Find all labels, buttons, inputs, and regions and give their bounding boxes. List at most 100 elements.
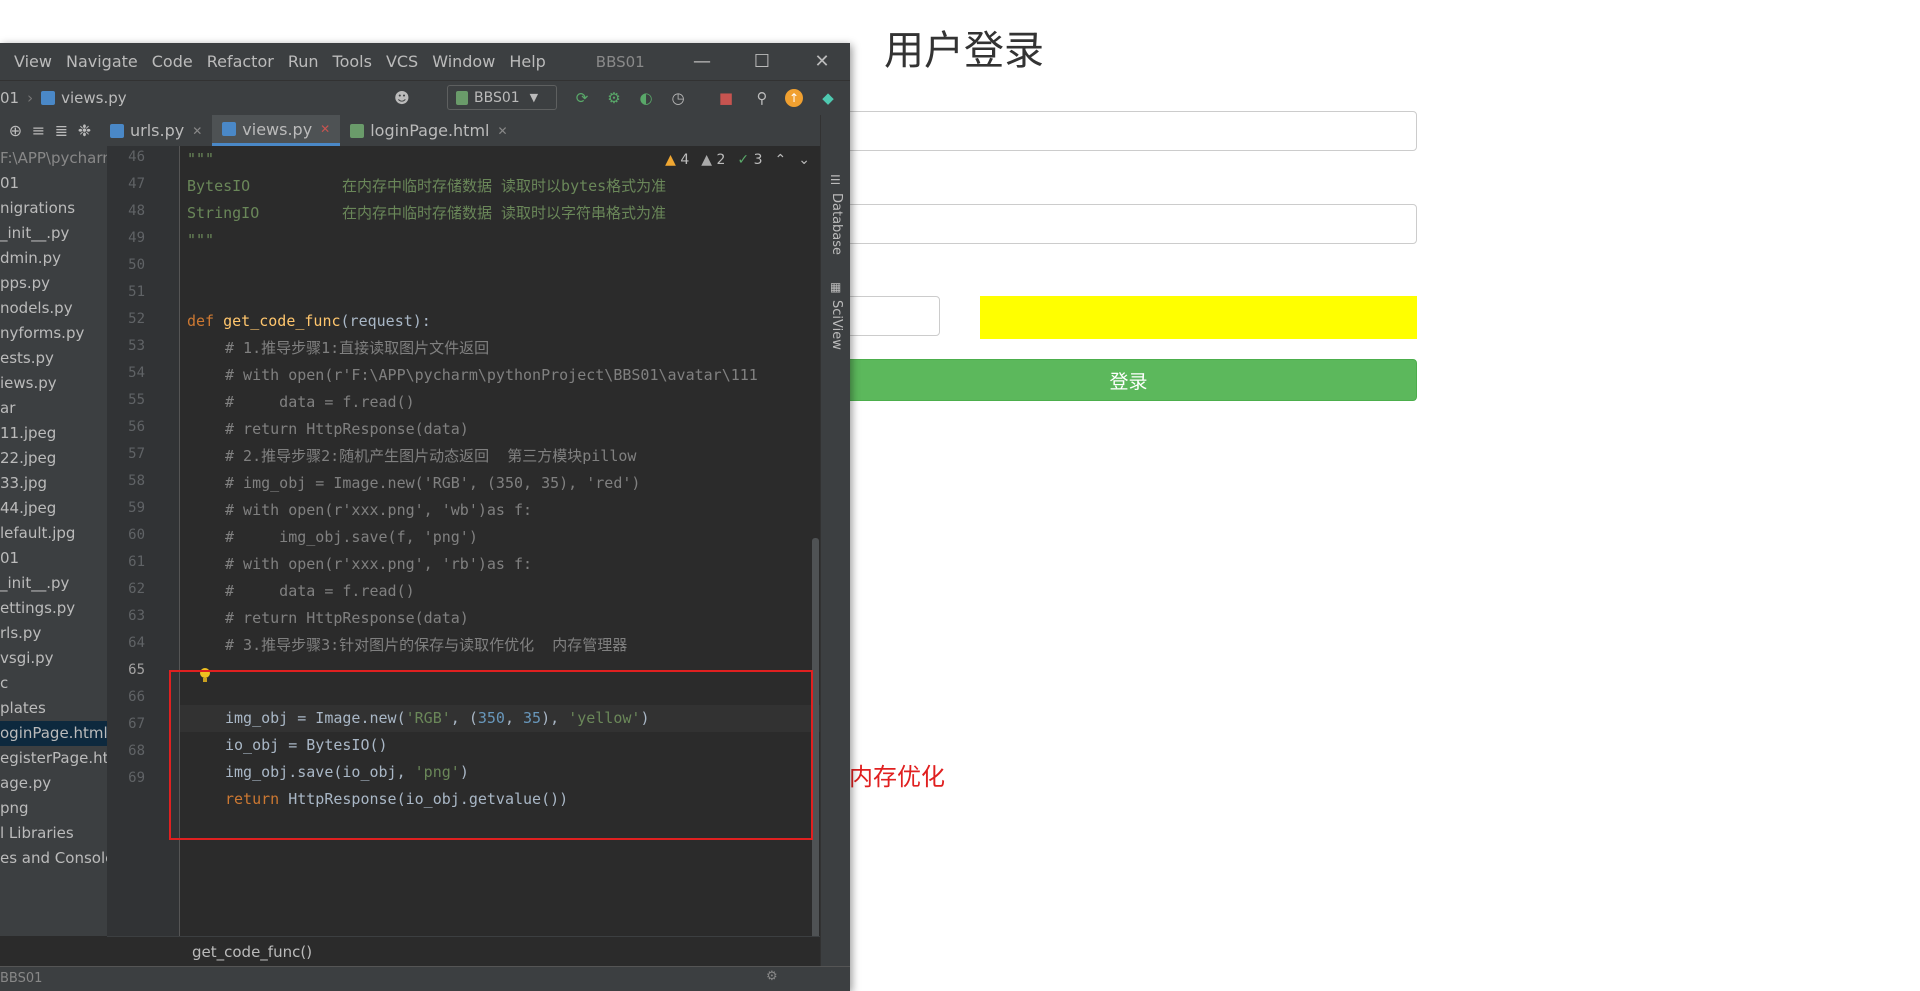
tree-item[interactable]: _init__.py — [0, 221, 107, 246]
password-input[interactable] — [840, 204, 1417, 244]
tab-loginpage[interactable]: loginPage.html ✕ — [340, 115, 517, 146]
close-tab-icon[interactable]: ✕ — [192, 124, 202, 138]
settings-icon[interactable]: ⚙ — [766, 969, 778, 984]
database-tool[interactable]: Database — [829, 193, 844, 255]
minimize-icon[interactable]: — — [674, 43, 730, 80]
tree-item[interactable]: es and Console — [0, 846, 107, 871]
vertical-scrollbar[interactable] — [812, 538, 819, 968]
close-tab-icon[interactable]: ✕ — [497, 124, 507, 138]
locate-icon[interactable]: ⊕ — [9, 121, 22, 140]
inspection-widget[interactable]: ▲ 4 ▲ 2 ✓ 3 ⌃ ⌄ — [665, 152, 810, 168]
chevron-down-icon: ▼ — [529, 91, 539, 104]
tree-item[interactable]: iews.py — [0, 371, 107, 396]
tree-item[interactable]: plates — [0, 696, 107, 721]
sciview-tool[interactable]: SciView — [829, 300, 844, 350]
editor-breadcrumb[interactable]: get_code_func() — [107, 936, 820, 967]
menu-help[interactable]: Help — [509, 52, 545, 71]
typo-count[interactable]: ✓ 3 — [737, 152, 762, 168]
debug-icon[interactable]: ⚙ — [604, 88, 624, 108]
stop-icon[interactable]: ■ — [716, 88, 736, 108]
tree-item[interactable]: age.py — [0, 771, 107, 796]
nav-project[interactable]: 01 — [0, 89, 19, 107]
code-line-49: """ — [187, 231, 215, 249]
tree-item[interactable]: F:\APP\pycharm — [0, 146, 107, 171]
tree-item[interactable]: oginPage.html — [0, 721, 107, 746]
next-highlight-icon[interactable]: ⌄ — [798, 152, 810, 168]
tab-views[interactable]: views.py ✕ — [212, 115, 341, 146]
tree-item[interactable]: c — [0, 671, 107, 696]
menu-bar: View Navigate Code Refactor Run Tools VC… — [0, 43, 850, 80]
line-number: 51 — [128, 284, 145, 300]
close-icon[interactable]: ✕ — [794, 43, 850, 80]
tree-item[interactable]: dmin.py — [0, 246, 107, 271]
menu-navigate[interactable]: Navigate — [66, 52, 138, 71]
menu-refactor[interactable]: Refactor — [207, 52, 274, 71]
line-number: 56 — [128, 419, 145, 435]
code-line-57: # 2.推导步骤2:随机产生图片动态返回 第三方模块pillow — [225, 447, 637, 465]
tree-item[interactable]: 01 — [0, 546, 107, 571]
line-number: 50 — [128, 257, 145, 273]
login-button[interactable]: 登录 — [840, 359, 1417, 401]
expand-all-icon[interactable]: ≡ — [32, 121, 45, 140]
captcha-input[interactable] — [840, 296, 940, 336]
tree-item[interactable]: 11.jpeg — [0, 421, 107, 446]
line-number: 48 — [128, 203, 145, 219]
tab-urls[interactable]: urls.py ✕ — [100, 115, 212, 146]
project-toolbar: ⊕ ≡ ≣ ❉ — [0, 115, 100, 146]
tree-item[interactable]: ests.py — [0, 346, 107, 371]
tree-item[interactable]: png — [0, 796, 107, 821]
tree-item[interactable]: rls.py — [0, 621, 107, 646]
tree-item[interactable]: 01 — [0, 171, 107, 196]
close-tab-icon[interactable]: ✕ — [320, 122, 330, 136]
user-icon[interactable]: ☻ — [392, 88, 412, 108]
username-input[interactable] — [840, 111, 1417, 151]
collapse-all-icon[interactable]: ≣ — [55, 121, 68, 140]
weak-warning-count[interactable]: ▲ 2 — [701, 152, 725, 168]
warning-count[interactable]: ▲ 4 — [665, 152, 689, 168]
menu-window[interactable]: Window — [432, 52, 495, 71]
line-number: 67 — [128, 716, 145, 732]
run-config-select[interactable]: BBS01 ▼ — [447, 85, 557, 110]
rerun-icon[interactable]: ⟳ — [572, 88, 592, 108]
search-icon[interactable]: ⚲ — [752, 88, 772, 108]
database-icon[interactable]: ☰ — [830, 173, 841, 187]
line-number: 64 — [128, 635, 145, 651]
tree-item[interactable]: 33.jpg — [0, 471, 107, 496]
menu-code[interactable]: Code — [152, 52, 193, 71]
tree-item[interactable]: egisterPage.htm — [0, 746, 107, 771]
captcha-image[interactable] — [980, 296, 1417, 339]
menu-view[interactable]: View — [14, 52, 52, 71]
tab-label: views.py — [242, 119, 313, 139]
menu-tools[interactable]: Tools — [333, 52, 372, 71]
tree-item[interactable]: 22.jpeg — [0, 446, 107, 471]
line-number: 47 — [128, 176, 145, 192]
tree-item[interactable]: pps.py — [0, 271, 107, 296]
plugin-icon[interactable]: ◆ — [818, 88, 838, 108]
tree-item[interactable]: nodels.py — [0, 296, 107, 321]
tree-item[interactable]: 44.jpeg — [0, 496, 107, 521]
menu-vcs[interactable]: VCS — [386, 52, 418, 71]
line-number: 57 — [128, 446, 145, 462]
sciview-icon[interactable]: ▦ — [830, 280, 841, 294]
tree-item[interactable]: ettings.py — [0, 596, 107, 621]
coverage-icon[interactable]: ◐ — [636, 88, 656, 108]
prev-highlight-icon[interactable]: ⌃ — [775, 152, 787, 168]
tree-item[interactable]: _init__.py — [0, 571, 107, 596]
profile-icon[interactable]: ◷ — [668, 88, 688, 108]
tree-item[interactable]: vsgi.py — [0, 646, 107, 671]
tree-item[interactable]: lefault.jpg — [0, 521, 107, 546]
menu-run[interactable]: Run — [288, 52, 319, 71]
tree-item[interactable]: l Libraries — [0, 821, 107, 846]
tree-item[interactable]: ar — [0, 396, 107, 421]
tree-item[interactable]: nyforms.py — [0, 321, 107, 346]
tab-label: loginPage.html — [370, 121, 490, 140]
settings-icon[interactable]: ❉ — [78, 121, 91, 140]
tree-item[interactable]: nigrations — [0, 196, 107, 221]
code-line-52: def get_code_func(request): — [187, 312, 431, 330]
window-title: BBS01 — [595, 52, 645, 71]
nav-file[interactable]: views.py — [61, 89, 127, 107]
update-icon[interactable]: ↑ — [784, 88, 804, 108]
line-number: 53 — [128, 338, 145, 354]
breadcrumb-function[interactable]: get_code_func() — [192, 943, 312, 961]
maximize-icon[interactable]: ☐ — [734, 43, 790, 80]
